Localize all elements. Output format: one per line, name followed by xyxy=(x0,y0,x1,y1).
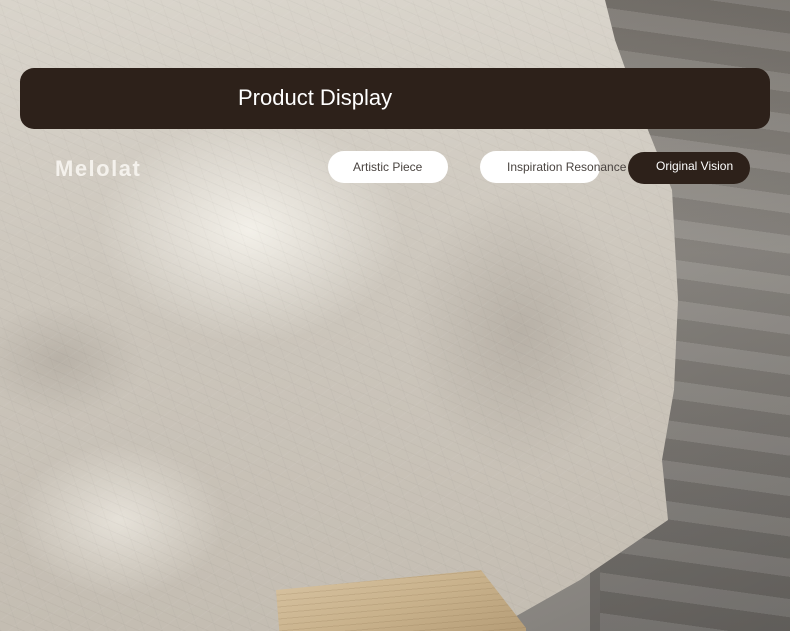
nav-inspiration-resonance[interactable]: Inspiration Resonance xyxy=(480,151,626,183)
page-title: Product Display xyxy=(238,85,393,110)
nav-original-vision[interactable]: Original Vision xyxy=(628,152,750,184)
product-display-page: Product Display Melolat Artistic Piece I… xyxy=(0,0,790,631)
nav-artistic-piece[interactable]: Artistic Piece xyxy=(328,151,448,183)
brand-logo[interactable]: Melolat xyxy=(55,156,141,182)
title-bar: Product Display xyxy=(20,68,770,129)
